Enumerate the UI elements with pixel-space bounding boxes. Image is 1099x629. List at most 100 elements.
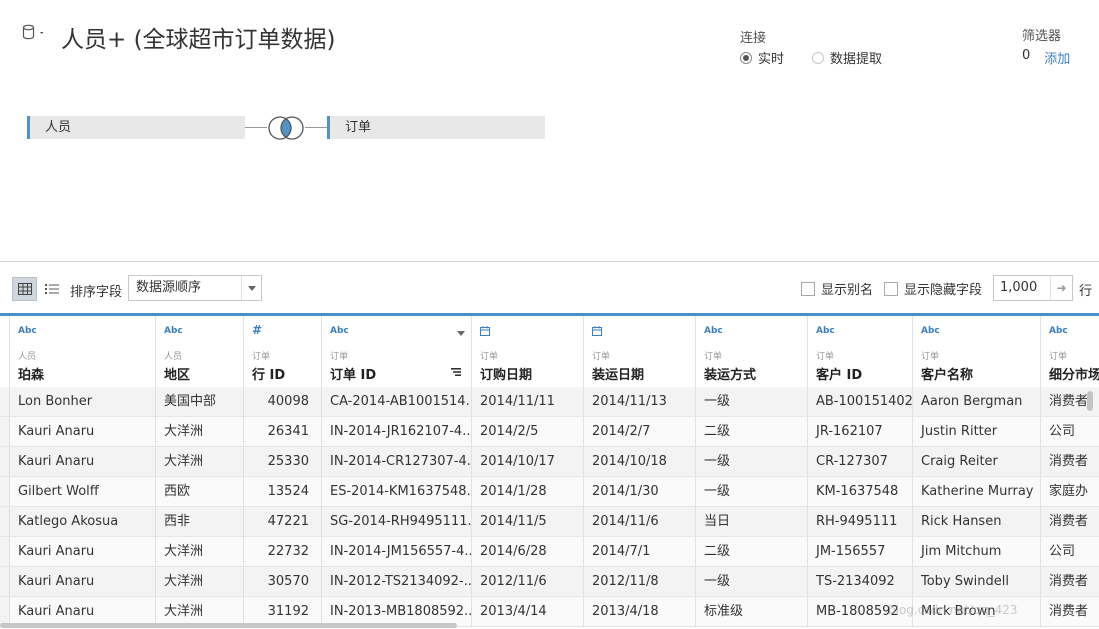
- table-row[interactable]: Kauri Anaru 大洋洲 30570 IN-2012-TS2134092-...…: [0, 567, 1099, 597]
- table-cell[interactable]: 2014/11/5: [472, 507, 584, 537]
- table-cell[interactable]: 消费者: [1041, 447, 1099, 477]
- table-cell[interactable]: SG-2014-RH9495111...: [322, 507, 472, 537]
- column-header[interactable]: Abc 订单 订单 ID: [322, 316, 472, 387]
- column-header[interactable]: 订单 装运日期: [584, 316, 696, 387]
- table-cell[interactable]: 2014/1/28: [472, 477, 584, 507]
- table-cell[interactable]: 2014/10/17: [472, 447, 584, 477]
- column-name[interactable]: 行 ID: [252, 364, 285, 383]
- table-cell[interactable]: 消费者: [1041, 567, 1099, 597]
- table-cell[interactable]: 消费者: [1041, 507, 1099, 537]
- table-cell[interactable]: 西欧: [156, 477, 244, 507]
- inner-join-icon[interactable]: [266, 115, 306, 141]
- string-type-icon[interactable]: Abc: [1049, 326, 1068, 336]
- show-hidden-fields-checkbox[interactable]: 显示隐藏字段: [884, 279, 982, 298]
- table-cell[interactable]: 大洋洲: [156, 567, 244, 597]
- date-type-icon[interactable]: [480, 326, 490, 339]
- list-view-button[interactable]: [39, 277, 64, 301]
- table-cell[interactable]: 13524: [244, 477, 322, 507]
- table-cell[interactable]: Toby Swindell: [913, 567, 1041, 597]
- table-cell[interactable]: 2014/11/11: [472, 387, 584, 417]
- database-icon[interactable]: [22, 24, 48, 42]
- table-cell[interactable]: 2014/11/13: [584, 387, 696, 417]
- column-name[interactable]: 珀森: [18, 364, 44, 383]
- table-cell[interactable]: 美国中部: [156, 387, 244, 417]
- grid-view-button[interactable]: [12, 277, 37, 301]
- table-cell[interactable]: ES-2014-KM1637548...: [322, 477, 472, 507]
- table-cell[interactable]: 2014/2/7: [584, 417, 696, 447]
- table-cell[interactable]: 大洋洲: [156, 537, 244, 567]
- string-type-icon[interactable]: Abc: [921, 326, 940, 336]
- table-cell[interactable]: IN-2014-CR127307-4...: [322, 447, 472, 477]
- table-cell[interactable]: IN-2014-JR162107-4...: [322, 417, 472, 447]
- table-row[interactable]: Kauri Anaru 大洋洲 22732 IN-2014-JM156557-4...…: [0, 537, 1099, 567]
- table-pill-orders[interactable]: 订单: [327, 116, 545, 139]
- column-header[interactable]: Abc 人员 地区: [156, 316, 244, 387]
- table-cell[interactable]: 一级: [696, 477, 808, 507]
- table-cell[interactable]: 26341: [244, 417, 322, 447]
- string-type-icon[interactable]: Abc: [704, 326, 723, 336]
- table-cell[interactable]: Katherine Murray: [913, 477, 1041, 507]
- date-type-icon[interactable]: [592, 326, 602, 339]
- page-title[interactable]: 人员+ (全球超市订单数据): [61, 20, 336, 54]
- column-name[interactable]: 细分市场: [1049, 364, 1099, 383]
- table-cell[interactable]: 一级: [696, 447, 808, 477]
- column-header[interactable]: Abc 订单 装运方式: [696, 316, 808, 387]
- table-cell[interactable]: 2014/11/6: [584, 507, 696, 537]
- vertical-scrollbar[interactable]: [1087, 391, 1093, 411]
- table-row[interactable]: Kauri Anaru 大洋洲 26341 IN-2014-JR162107-4...…: [0, 417, 1099, 447]
- table-cell[interactable]: 大洋洲: [156, 417, 244, 447]
- table-cell[interactable]: Justin Ritter: [913, 417, 1041, 447]
- column-header[interactable]: Abc 订单 客户名称: [913, 316, 1041, 387]
- table-cell[interactable]: 2012/11/6: [472, 567, 584, 597]
- table-cell[interactable]: Kauri Anaru: [10, 567, 156, 597]
- show-aliases-checkbox[interactable]: 显示别名: [801, 279, 873, 298]
- table-cell[interactable]: Kauri Anaru: [10, 537, 156, 567]
- table-cell[interactable]: 2014/1/30: [584, 477, 696, 507]
- column-header[interactable]: Abc 订单 细分市场: [1041, 316, 1099, 387]
- table-cell[interactable]: 25330: [244, 447, 322, 477]
- table-row[interactable]: Katlego Akosua 西非 47221 SG-2014-RH9495111..…: [0, 507, 1099, 537]
- table-cell[interactable]: 标准级: [696, 597, 808, 627]
- table-cell[interactable]: 40098: [244, 387, 322, 417]
- table-cell[interactable]: 公司: [1041, 537, 1099, 567]
- table-cell[interactable]: Gilbert Wolff: [10, 477, 156, 507]
- column-name[interactable]: 订购日期: [480, 364, 532, 383]
- table-cell[interactable]: 2012/11/8: [584, 567, 696, 597]
- table-cell[interactable]: AB-100151402: [808, 387, 913, 417]
- table-cell[interactable]: Craig Reiter: [913, 447, 1041, 477]
- table-cell[interactable]: 30570: [244, 567, 322, 597]
- table-cell[interactable]: 一级: [696, 387, 808, 417]
- horizontal-scrollbar[interactable]: [0, 623, 457, 628]
- table-cell[interactable]: IN-2012-TS2134092-...: [322, 567, 472, 597]
- sort-fields-select[interactable]: 数据源顺序: [128, 275, 262, 301]
- table-cell[interactable]: IN-2014-JM156557-4...: [322, 537, 472, 567]
- string-type-icon[interactable]: Abc: [164, 326, 183, 336]
- table-row[interactable]: Gilbert Wolff 西欧 13524 ES-2014-KM1637548...…: [0, 477, 1099, 507]
- table-cell[interactable]: TS-2134092: [808, 567, 913, 597]
- table-cell[interactable]: 西非: [156, 507, 244, 537]
- table-row[interactable]: Lon Bonher 美国中部 40098 CA-2014-AB1001514... 2…: [0, 387, 1099, 417]
- column-header[interactable]: Abc 订单 客户 ID: [808, 316, 913, 387]
- table-cell[interactable]: JR-162107: [808, 417, 913, 447]
- string-type-icon[interactable]: Abc: [816, 326, 835, 336]
- row-count-input[interactable]: 1,000 ➜: [993, 275, 1073, 301]
- column-name[interactable]: 订单 ID: [330, 364, 376, 383]
- table-cell[interactable]: 公司: [1041, 417, 1099, 447]
- string-type-icon[interactable]: Abc: [18, 326, 37, 336]
- table-cell[interactable]: 二级: [696, 417, 808, 447]
- column-name[interactable]: 客户名称: [921, 364, 973, 383]
- table-row[interactable]: Kauri Anaru 大洋洲 25330 IN-2014-CR127307-4...…: [0, 447, 1099, 477]
- table-cell[interactable]: 2013/4/14: [472, 597, 584, 627]
- table-cell[interactable]: Lon Bonher: [10, 387, 156, 417]
- table-cell[interactable]: 47221: [244, 507, 322, 537]
- column-name[interactable]: 装运方式: [704, 364, 756, 383]
- table-cell[interactable]: 2014/6/28: [472, 537, 584, 567]
- table-cell[interactable]: Katlego Akosua: [10, 507, 156, 537]
- table-cell[interactable]: 22732: [244, 537, 322, 567]
- column-header[interactable]: Abc 人员 珀森: [10, 316, 156, 387]
- table-cell[interactable]: 二级: [696, 537, 808, 567]
- table-cell[interactable]: Rick Hansen: [913, 507, 1041, 537]
- table-cell[interactable]: 一级: [696, 567, 808, 597]
- table-cell[interactable]: 2014/7/1: [584, 537, 696, 567]
- table-cell[interactable]: JM-156557: [808, 537, 913, 567]
